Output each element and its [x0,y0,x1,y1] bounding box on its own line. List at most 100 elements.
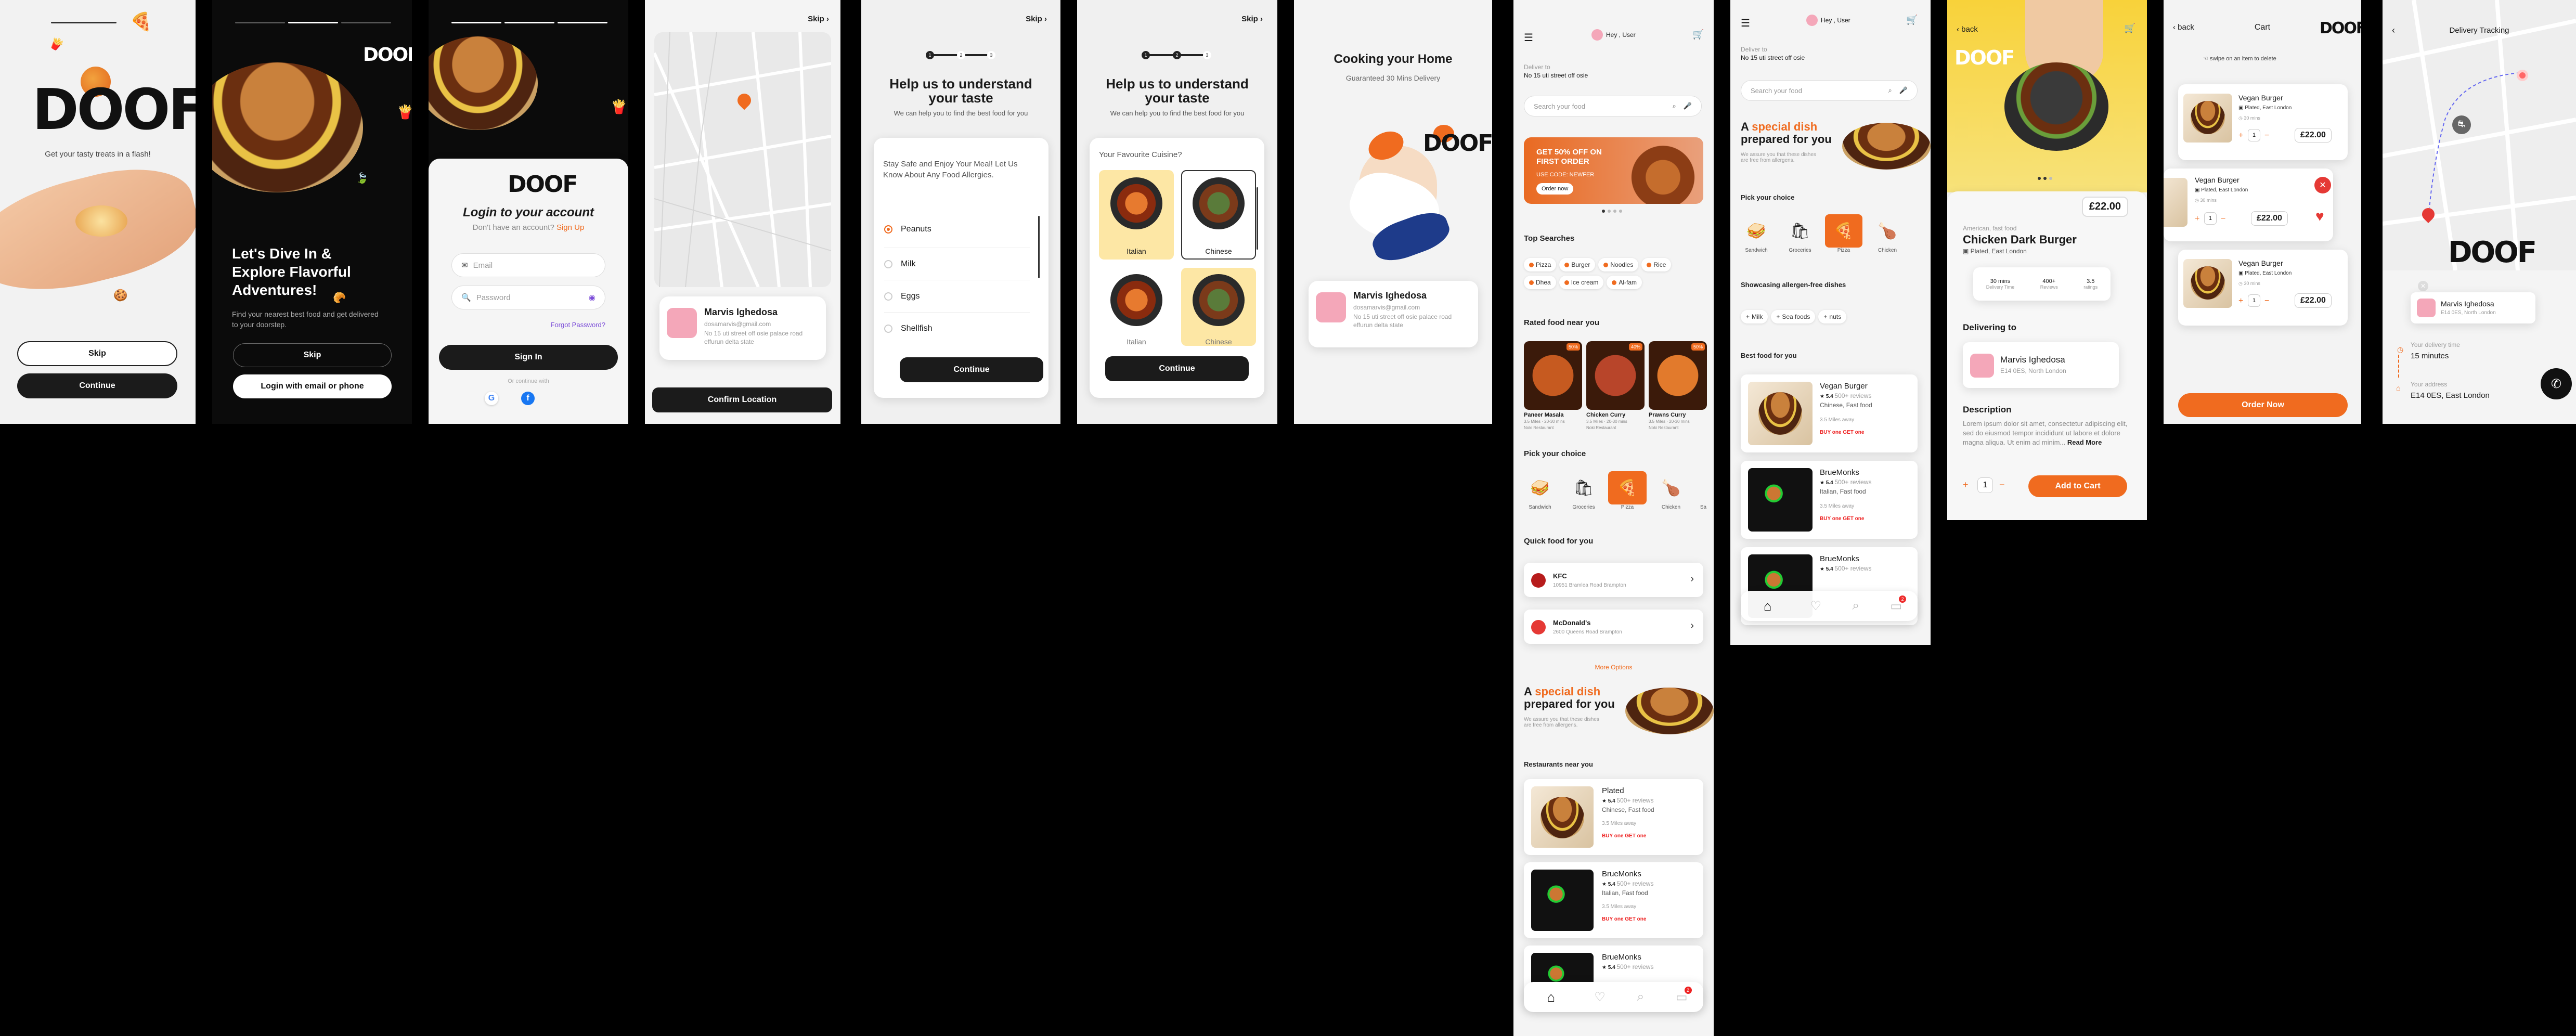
search-icon[interactable]: ⌕ [1673,102,1676,110]
plus-button[interactable]: + [2238,296,2243,306]
plus-button[interactable]: + [2195,214,2199,224]
cart-nav-icon[interactable]: ▭ 2 [1676,986,1692,1005]
skip-link[interactable]: Skip › [1241,15,1263,23]
quantity-value[interactable]: 1 [2204,212,2217,225]
heart-icon[interactable]: ♡ [1810,599,1821,614]
cart-icon[interactable]: 🛒 [1692,29,1704,40]
chip-nuts[interactable]: + nuts [1818,310,1847,323]
skip-button[interactable]: Skip [17,341,177,366]
rated-item-3[interactable]: 50% [1649,341,1707,410]
quantity-value[interactable]: 1 [1977,477,1993,493]
pick-pizza[interactable]: 🍕 Pizza [1608,471,1647,510]
search-input[interactable]: Search your food ⌕ 🎤 [1524,96,1702,116]
login-email-button[interactable]: Login with email or phone [233,374,392,398]
map[interactable] [654,32,831,287]
quantity-value[interactable]: 1 [2248,294,2260,307]
delivery-address[interactable]: No 15 uti street off osie [1524,72,1588,79]
minus-button[interactable]: − [2221,214,2225,224]
email-field[interactable]: ✉ Email [451,253,605,277]
food-card-1[interactable]: Vegan Burger ★ 5.4 500+ reviews Chinese,… [1741,374,1918,452]
minus-button[interactable]: − [2264,131,2269,140]
pick-groceries[interactable]: 🛍 Groceries [1564,471,1603,511]
mic-icon[interactable]: 🎤 [1899,86,1908,95]
continue-button[interactable]: Continue [900,357,1043,382]
chip-ice-cream[interactable]: Ice cream [1559,276,1604,289]
chip-pizza[interactable]: Pizza [1524,258,1557,271]
skip-link[interactable]: Skip › [808,15,829,23]
plus-button[interactable]: + [1963,480,1969,490]
cart-item-2[interactable]: Vegan Burger ▣ Plated, East London ◷ 30 … [2164,169,2333,241]
option-peanuts[interactable]: Peanuts [884,211,1030,248]
pick-partial[interactable]: Sa [1695,471,1711,510]
call-button[interactable]: ✆ [2541,368,2572,399]
chip-burger[interactable]: Burger [1559,258,1596,271]
password-field[interactable]: 🔍 Password ◉ [451,286,605,309]
skip-button[interactable]: Skip [233,343,392,367]
delivery-address[interactable]: No 15 uti street off osie [1741,54,1805,61]
search-icon[interactable]: ⌕ [1888,86,1892,95]
skip-link[interactable]: Skip › [1026,15,1047,23]
scrollbar[interactable] [1257,187,1258,250]
rated-item-2[interactable]: 40% [1586,341,1645,410]
apple-icon[interactable] [558,392,571,405]
delivery-card[interactable]: Marvis Ighedosa E14 0ES, North London [1963,342,2119,388]
quick-item-mcdonalds[interactable]: McDonald's 2600 Queens Road Brampton › [1524,610,1703,644]
search-icon[interactable]: ⌕ [1637,990,1644,1004]
pick-sandwich[interactable]: 🥪 Sandwich [1738,214,1775,254]
option-eggs[interactable]: Eggs [884,280,1030,313]
cart-item-1[interactable]: Vegan Burger ▣ Plated, East London ◷ 30 … [2178,84,2348,160]
plus-button[interactable]: + [2238,131,2243,140]
cart-icon[interactable]: 🛒 [2124,23,2135,34]
restaurant-card-2[interactable]: BrueMonks ★ 5.4 500+ reviews Italian, Fa… [1524,862,1703,938]
pick-chicken[interactable]: 🍗 Chicken [1869,214,1906,254]
cuisine-chinese-2[interactable]: Chinese [1181,268,1256,346]
avatar[interactable] [1591,29,1603,41]
search-input[interactable]: Search your food ⌕ 🎤 [1741,80,1918,101]
menu-icon[interactable]: ☰ [1524,31,1533,44]
continue-button[interactable]: Continue [17,373,177,398]
promo-banner[interactable]: GET 50% OFF ON FIRST ORDER USE CODE: NEW… [1524,137,1703,204]
chip-milk[interactable]: + Milk [1741,310,1768,323]
restaurant-card-1[interactable]: Plated ★ 5.4 500+ reviews Chinese, Fast … [1524,779,1703,855]
quick-item-kfc[interactable]: KFC 10951 Bramlea Road Brampton › [1524,563,1703,597]
heart-icon[interactable]: ♡ [1594,990,1606,1005]
minus-button[interactable]: − [2264,296,2269,306]
continue-button[interactable]: Continue [1105,356,1249,381]
tracking-map[interactable] [2383,0,2576,270]
quantity-value[interactable]: 1 [2248,129,2260,141]
menu-icon[interactable]: ☰ [1741,17,1750,30]
option-shellfish[interactable]: Shellfish [884,313,1030,345]
close-icon[interactable]: ✕ [2418,281,2428,291]
back-button[interactable]: ‹ back [1957,25,1978,34]
cart-nav-icon[interactable]: ▭ 2 [1890,595,1907,614]
chip-rice[interactable]: Rice [1641,258,1672,271]
mic-icon[interactable]: 🎤 [1684,102,1692,110]
home-icon[interactable]: ⌂ [1539,986,1563,1008]
chip-dhea[interactable]: Dhea [1524,276,1556,289]
search-icon[interactable]: ⌕ [1852,599,1859,613]
home-icon[interactable]: ⌂ [1756,594,1779,617]
cuisine-italian-2[interactable]: Italian [1099,268,1174,346]
avatar[interactable] [1806,15,1818,26]
cuisine-chinese[interactable]: Chinese [1181,170,1256,260]
add-to-cart-button[interactable]: Add to Cart [2028,475,2127,497]
delete-icon[interactable]: ✕ [2314,177,2331,193]
eye-icon[interactable]: ◉ [589,293,596,302]
scrollbar[interactable] [1038,216,1040,278]
cart-icon[interactable]: 🛒 [1906,15,1918,25]
cart-item-3[interactable]: Vegan Burger ▣ Plated, East London ◷ 30 … [2178,250,2348,326]
order-now-button[interactable]: Order Now [2178,393,2348,417]
pick-chicken[interactable]: 🍗 Chicken [1652,471,1690,511]
cuisine-italian[interactable]: Italian [1099,170,1174,260]
order-now-button[interactable]: Order now [1536,183,1574,195]
more-options-link[interactable]: More Options [1513,664,1714,671]
chip-al-fam[interactable]: Al-fam [1607,276,1642,289]
signin-button[interactable]: Sign In [439,345,618,370]
confirm-location-button[interactable]: Confirm Location [652,387,832,412]
rated-item-1[interactable]: 50% [1524,341,1582,410]
food-card-2[interactable]: BrueMonks ★ 5.4 500+ reviews Italian, Fa… [1741,461,1918,539]
forgot-password-link[interactable]: Forgot Password? [530,321,606,329]
signup-link[interactable]: Sign Up [556,223,584,232]
pick-pizza[interactable]: 🍕 Pizza [1825,214,1862,253]
google-icon[interactable]: G [485,392,498,405]
